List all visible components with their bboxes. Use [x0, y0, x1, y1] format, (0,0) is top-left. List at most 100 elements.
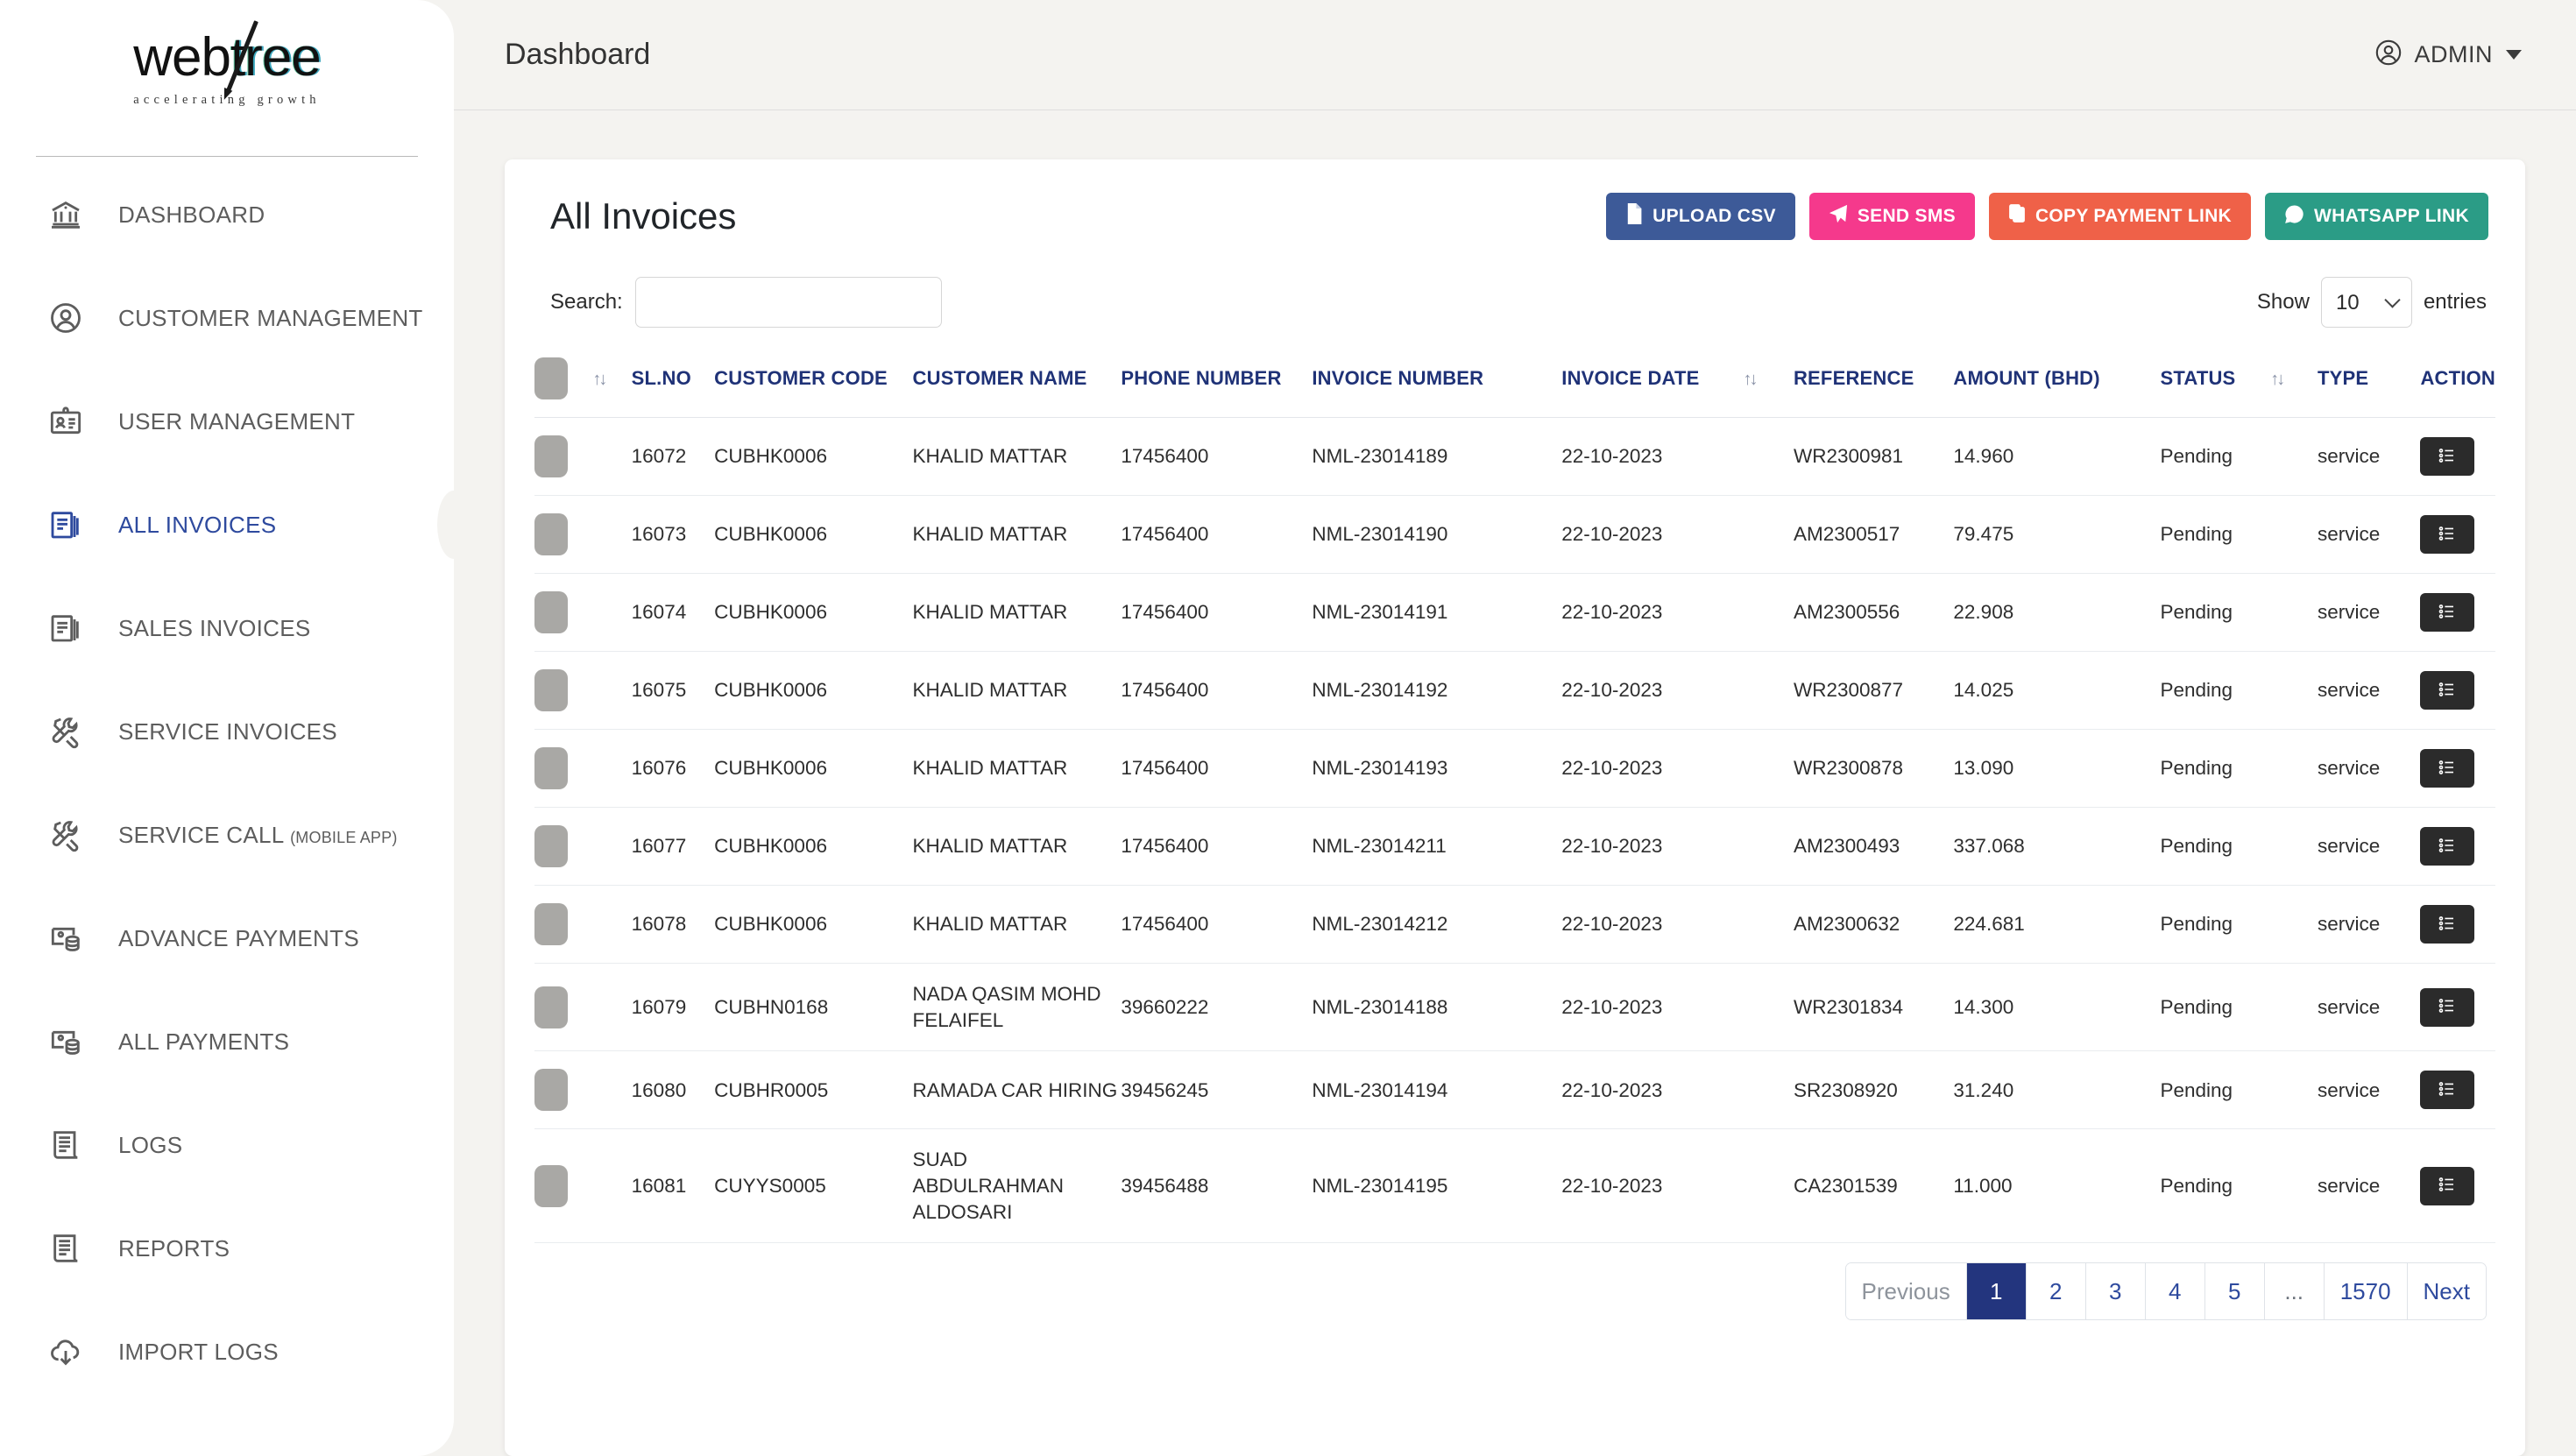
sort-icon[interactable]: ↑↓: [592, 370, 607, 390]
row-checkbox[interactable]: [534, 1069, 568, 1112]
pagination-page-5[interactable]: 5: [2204, 1263, 2265, 1320]
pagination-ellipsis[interactable]: ...: [2264, 1263, 2325, 1320]
upload-csv-button[interactable]: UPLOAD CSV: [1606, 193, 1795, 240]
row-checkbox[interactable]: [534, 513, 568, 555]
row-checkbox-cell[interactable]: [534, 495, 593, 574]
row-checkbox-cell[interactable]: [534, 807, 593, 886]
cell-action[interactable]: [2420, 963, 2495, 1052]
header-invoice-date[interactable]: INVOICE DATE: [1561, 347, 1744, 418]
row-checkbox[interactable]: [534, 903, 568, 945]
sidebar-item-sales-invoices[interactable]: SALES INVOICES: [0, 600, 454, 656]
copy-payment-link-button[interactable]: COPY PAYMENT LINK: [1988, 193, 2252, 240]
cell-spacer: [1743, 807, 1794, 886]
row-checkbox[interactable]: [534, 747, 568, 789]
cell-action[interactable]: [2420, 807, 2495, 886]
sidebar-item-all-payments[interactable]: ALL PAYMENTS: [0, 1014, 454, 1070]
sidebar-item-advance-payments[interactable]: ADVANCE PAYMENTS: [0, 910, 454, 966]
admin-dropdown[interactable]: ADMIN: [2374, 38, 2522, 72]
cell-action[interactable]: [2420, 417, 2495, 496]
cell-action[interactable]: [2420, 651, 2495, 730]
select-all-checkbox[interactable]: [534, 357, 568, 399]
row-checkbox-cell[interactable]: [534, 1128, 593, 1244]
row-checkbox-cell[interactable]: [534, 573, 593, 652]
pagination-page-1570[interactable]: 1570: [2324, 1263, 2408, 1320]
search-input[interactable]: [634, 277, 942, 328]
pagination-page-4[interactable]: 4: [2145, 1263, 2205, 1320]
cell-action[interactable]: [2420, 1128, 2495, 1244]
row-action-button[interactable]: [2420, 515, 2475, 554]
row-sort-cell: [592, 807, 632, 886]
cell-type: service: [2317, 573, 2421, 652]
topbar: Dashboard ADMIN: [454, 0, 2576, 110]
row-checkbox[interactable]: [534, 591, 568, 633]
row-action-button[interactable]: [2420, 1071, 2475, 1110]
entries-select[interactable]: 10: [2320, 277, 2412, 328]
row-checkbox-cell[interactable]: [534, 963, 593, 1052]
row-checkbox-cell[interactable]: [534, 885, 593, 964]
row-action-button[interactable]: [2420, 749, 2475, 788]
list-icon: [2438, 604, 2456, 622]
header-select-all[interactable]: [534, 347, 593, 418]
header-reference[interactable]: REFERENCE: [1793, 347, 1954, 418]
sidebar-item-import-logs[interactable]: IMPORT LOGS: [0, 1324, 454, 1380]
header-slno[interactable]: SL.NO: [631, 347, 715, 418]
whatsapp-link-button[interactable]: WHATSAPP LINK: [2265, 193, 2488, 240]
row-checkbox[interactable]: [534, 825, 568, 867]
header-status[interactable]: STATUS: [2160, 347, 2271, 418]
row-action-button[interactable]: [2420, 905, 2475, 944]
row-action-button[interactable]: [2420, 1166, 2475, 1205]
sort-icon[interactable]: ↑↓: [1743, 370, 1758, 390]
payment-icon: [46, 1021, 86, 1062]
table-row: 16072 CUBHK0006 KHALID MATTAR 17456400 NML-2…: [534, 417, 2495, 496]
header-sort-toggle[interactable]: ↑↓: [592, 347, 632, 418]
cell-customer-code: CUBHK0006: [714, 729, 913, 808]
sidebar-item-all-invoices[interactable]: ALL INVOICES: [0, 491, 454, 559]
header-date-sort[interactable]: ↑↓: [1743, 347, 1794, 418]
header-invoice-number[interactable]: INVOICE NUMBER: [1312, 347, 1562, 418]
row-action-button[interactable]: [2420, 987, 2475, 1027]
header-amount[interactable]: AMOUNT (BHD): [1953, 347, 2161, 418]
sidebar-item-user-management[interactable]: USER MANAGEMENT: [0, 393, 454, 449]
pagination-page-2[interactable]: 2: [2026, 1263, 2086, 1320]
cell-action[interactable]: [2420, 729, 2495, 808]
row-action-button[interactable]: [2420, 437, 2475, 476]
sidebar-item-customer-management[interactable]: CUSTOMER MANAGEMENT: [0, 290, 454, 346]
cell-action[interactable]: [2420, 885, 2495, 964]
row-checkbox-cell[interactable]: [534, 1050, 593, 1130]
row-checkbox[interactable]: [534, 435, 568, 477]
cell-action[interactable]: [2420, 495, 2495, 574]
sidebar-item-service-call[interactable]: SERVICE CALL (MOBILE APP): [0, 807, 454, 863]
row-checkbox-cell[interactable]: [534, 729, 593, 808]
row-checkbox[interactable]: [534, 1164, 568, 1207]
send-sms-button[interactable]: SEND SMS: [1808, 193, 1975, 240]
sidebar-item-reports[interactable]: REPORTS: [0, 1220, 454, 1276]
sidebar-item-dashboard[interactable]: DASHBOARD: [0, 187, 454, 243]
row-checkbox-cell[interactable]: [534, 651, 593, 730]
pagination-next[interactable]: Next: [2407, 1263, 2486, 1320]
invoices-card: All Invoices UPLOAD CSV SEND SMS COPY PA…: [505, 159, 2525, 1456]
sidebar-item-logs[interactable]: LOGS: [0, 1117, 454, 1173]
show-label: Show: [2256, 290, 2310, 314]
cell-action[interactable]: [2420, 573, 2495, 652]
row-sort-cell: [592, 885, 632, 964]
header-customer-name[interactable]: CUSTOMER NAME: [912, 347, 1122, 418]
header-status-sort[interactable]: ↑↓: [2270, 347, 2318, 418]
row-action-button[interactable]: [2420, 827, 2475, 866]
pagination-page-3[interactable]: 3: [2085, 1263, 2146, 1320]
cell-action[interactable]: [2420, 1050, 2495, 1130]
sidebar-item-service-invoices[interactable]: SERVICE INVOICES: [0, 703, 454, 760]
paper-plane-icon: [1829, 204, 1848, 229]
sidebar-item-label: SALES INVOICES: [118, 614, 311, 641]
header-phone-number[interactable]: PHONE NUMBER: [1121, 347, 1313, 418]
row-checkbox[interactable]: [534, 669, 568, 711]
pagination-page-1[interactable]: 1: [1966, 1263, 2027, 1320]
header-customer-code[interactable]: CUSTOMER CODE: [714, 347, 913, 418]
sort-icon[interactable]: ↑↓: [2270, 370, 2285, 390]
brand-logo[interactable]: webtree accelerating growth: [0, 0, 454, 123]
header-type[interactable]: TYPE: [2317, 347, 2421, 418]
row-action-button[interactable]: [2420, 593, 2475, 632]
row-checkbox-cell[interactable]: [534, 417, 593, 496]
sidebar-item-label: SERVICE INVOICES: [118, 717, 337, 745]
row-checkbox[interactable]: [534, 986, 568, 1028]
row-action-button[interactable]: [2420, 671, 2475, 710]
